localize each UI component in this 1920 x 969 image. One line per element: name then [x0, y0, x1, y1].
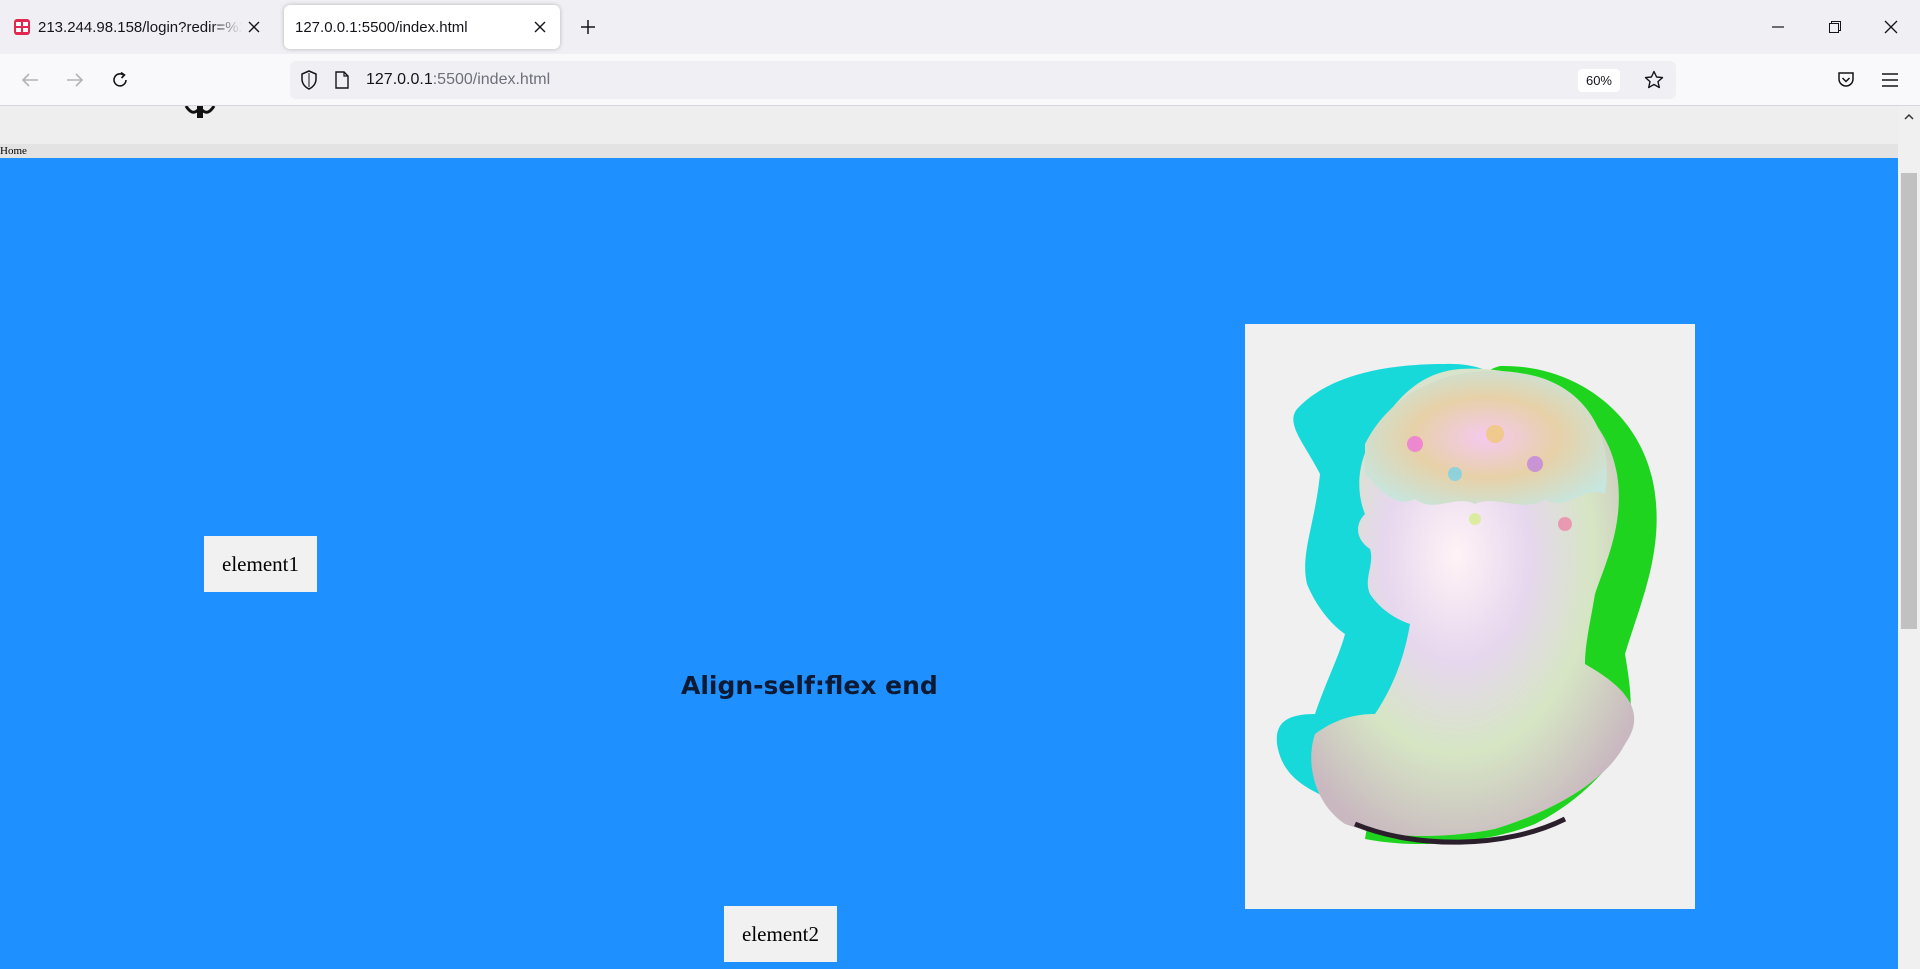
tab-title: 127.0.0.1:5500/index.html	[295, 18, 468, 36]
shield-icon[interactable]	[297, 68, 321, 92]
forward-arrow-icon[interactable]	[59, 64, 91, 96]
tab-strip: 213.244.98.158/login?redir=%2F 127.0.0.1…	[0, 0, 1920, 54]
align-self-caption: Align-self:flex end	[681, 671, 938, 700]
url-path: :5500/index.html	[432, 71, 551, 88]
page-scrollbar[interactable]	[1898, 106, 1920, 969]
scroll-up-arrow-icon[interactable]	[1898, 106, 1920, 128]
page-icon[interactable]	[330, 68, 354, 92]
url-host: 127.0.0.1	[366, 71, 433, 88]
url-text: 127.0.0.1:5500/index.html	[366, 71, 550, 89]
menu-icon[interactable]	[1874, 64, 1906, 96]
reload-icon[interactable]	[104, 64, 136, 96]
plus-icon[interactable]	[576, 15, 600, 39]
url-bar[interactable]: 127.0.0.1:5500/index.html 60%	[290, 61, 1676, 99]
page-viewport: Home element1 Align-self:flex end elemen…	[0, 106, 1920, 969]
flex-container: element1 Align-self:flex end element2	[0, 158, 1898, 969]
site-nav: Home	[0, 144, 1898, 158]
element2-box: element2	[724, 906, 837, 962]
back-arrow-icon[interactable]	[14, 64, 46, 96]
close-icon[interactable]	[1868, 0, 1914, 54]
element1-box: element1	[204, 536, 317, 592]
pocket-icon[interactable]	[1830, 64, 1862, 96]
glitched-statue-bust-image	[1245, 324, 1695, 909]
scrollbar-thumb[interactable]	[1901, 173, 1917, 629]
tab-index[interactable]: 127.0.0.1:5500/index.html	[284, 5, 560, 49]
star-icon[interactable]	[1642, 68, 1666, 92]
tab-login[interactable]: 213.244.98.158/login?redir=%2F	[8, 5, 274, 49]
close-tab-icon[interactable]	[528, 15, 552, 39]
close-tab-icon[interactable]	[242, 15, 266, 39]
restore-icon[interactable]	[1812, 0, 1858, 54]
site-header	[0, 106, 1898, 144]
zoom-level[interactable]: 60%	[1577, 69, 1620, 92]
app-favicon-icon	[14, 19, 30, 35]
logo-icon	[184, 106, 216, 125]
minimize-icon[interactable]	[1755, 0, 1801, 54]
tab-title: 213.244.98.158/login?redir=%2F	[38, 18, 242, 36]
home-link[interactable]: Home	[0, 145, 27, 157]
